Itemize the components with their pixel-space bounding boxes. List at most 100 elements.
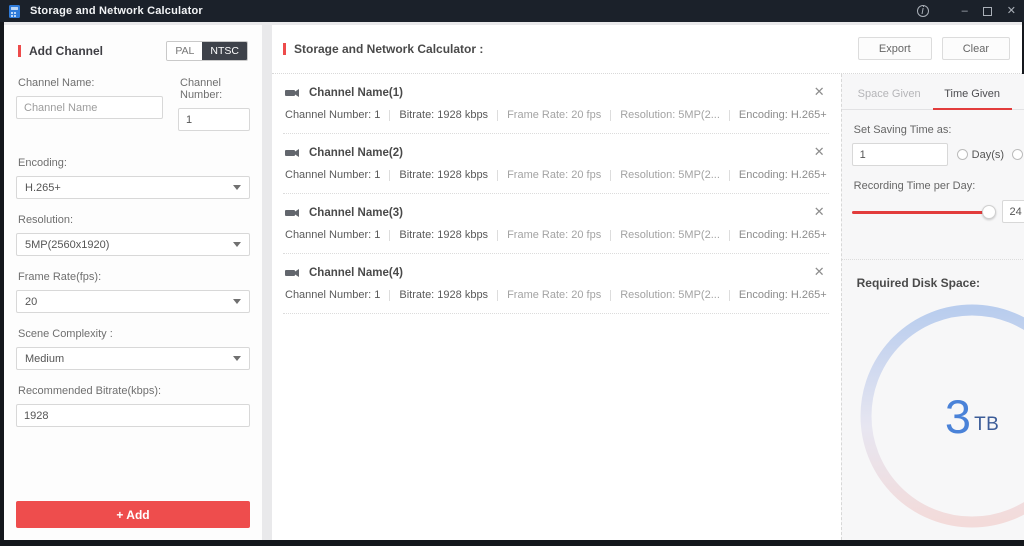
saving-time-input[interactable] [851,143,948,166]
tab-time-given[interactable]: Time Given [931,88,1014,110]
divider [610,109,612,121]
remove-channel-icon[interactable]: ✕ [814,84,825,100]
divider [389,229,391,241]
frame-rate-value: 20 [25,295,38,308]
scene-complexity-label: Scene Complexity : [18,328,113,340]
chevron-down-icon [233,356,241,361]
ntsc-option[interactable]: NTSC [202,42,247,60]
add-channel-title: Add Channel [29,44,103,58]
clear-button[interactable]: Clear [941,37,1010,60]
red-accent-bar [18,45,21,57]
frame-rate-text: Frame Rate: 20 fps [507,169,602,182]
scene-complexity-value: Medium [25,352,65,365]
channel-number-text: Channel Number: 1 [285,169,381,182]
camera-icon [285,148,300,158]
bitrate-text: Bitrate: 1928 kbps [399,229,489,242]
encoding-text: Encoding: H.265+ [738,109,827,122]
channel-name-input[interactable] [16,96,163,119]
radio-days[interactable]: Day(s) [956,149,1004,161]
remove-channel-icon[interactable]: ✕ [814,204,825,220]
divider [389,109,391,121]
channel-row: Channel Name(2) ✕ Channel Number: 1 Bitra… [283,134,829,195]
resolution-value: 5MP(2560x1920) [25,238,110,251]
maximize-button[interactable] [982,6,992,16]
divider [728,109,730,121]
channel-number-text: Channel Number: 1 [285,289,381,302]
divider [389,169,391,181]
recording-hours-input[interactable] [1001,200,1024,223]
calculator-title: Storage and Network Calculator : [294,41,484,56]
camera-icon [285,208,300,218]
resolution-text: Resolution: 5MP(2... [620,169,720,182]
resolution-text: Resolution: 5MP(2... [620,229,720,242]
slider-handle[interactable] [981,204,996,219]
pal-option[interactable]: PAL [167,42,203,60]
encoding-value: H.265+ [25,181,61,194]
encoding-text: Encoding: H.265+ [738,289,827,302]
close-button[interactable]: ✕ [1007,5,1016,17]
calculator-panel: Storage and Network Calculator : Export … [272,25,1024,540]
divider [497,289,499,301]
active-tab-underline [932,108,1012,110]
bitrate-label: Recommended Bitrate(kbps): [18,385,162,397]
info-icon[interactable]: i [916,5,929,17]
slider-fill [851,210,989,214]
disk-space-unit: TB [974,414,1000,435]
divider [728,169,730,181]
bitrate-input[interactable] [16,404,250,427]
resolution-text: Resolution: 5MP(2... [620,109,720,122]
remove-channel-icon[interactable]: ✕ [814,144,825,160]
recording-time-slider[interactable] [851,204,996,219]
scene-complexity-select[interactable]: Medium [16,347,250,370]
add-channel-panel: Add Channel PAL NTSC Channel Name: Chann… [4,25,262,540]
recording-time-label: Recording Time per Day: [853,180,976,192]
minimize-button[interactable]: – [962,5,968,17]
window-title: Storage and Network Calculator [30,5,203,17]
frame-rate-text: Frame Rate: 20 fps [507,289,602,302]
frame-rate-text: Frame Rate: 20 fps [507,109,602,122]
calculator-header: Storage and Network Calculator : Export … [272,25,1022,74]
period-radio-group: Day(s) Week(s) Month(s) [956,149,1024,161]
channel-number-input[interactable] [178,108,250,131]
channel-number-text: Channel Number: 1 [285,229,381,242]
chevron-down-icon [233,299,241,304]
titlebar: Storage and Network Calculator i – ✕ [0,0,1024,22]
resolution-select[interactable]: 5MP(2560x1920) [16,233,250,256]
divider [728,229,730,241]
disk-space-value: 3 [944,389,972,443]
bitrate-text: Bitrate: 1928 kbps [399,289,489,302]
channel-number-label: Channel Number: [180,77,223,101]
export-button[interactable]: Export [857,37,932,60]
divider [389,289,391,301]
resolution-text: Resolution: 5MP(2... [620,289,720,302]
add-channel-button[interactable]: + Add [16,501,250,528]
radio-icon [1012,149,1024,160]
radio-weeks[interactable]: Week(s) [1012,149,1024,161]
required-disk-space-label: Required Disk Space: [856,276,981,290]
channel-details: Channel Number: 1 Bitrate: 1928 kbps Frame… [285,109,827,121]
saving-time-label: Set Saving Time as: [853,124,952,136]
video-standard-toggle: PAL NTSC [166,41,248,61]
encoding-text: Encoding: H.265+ [738,169,827,182]
content-area: Add Channel PAL NTSC Channel Name: Chann… [4,22,1024,540]
channel-details: Channel Number: 1 Bitrate: 1928 kbps Frame… [285,169,827,181]
channel-list: Channel Name(1) ✕ Channel Number: 1 Bitra… [272,74,841,540]
red-accent-bar [283,42,286,55]
resolution-label: Resolution: [18,214,74,226]
camera-icon [285,88,300,98]
divider [497,229,499,241]
channel-number-text: Channel Number: 1 [285,109,381,122]
channel-details: Channel Number: 1 Bitrate: 1928 kbps Frame… [285,289,827,301]
tab-bandwidth[interactable]: Bandwidth [1014,88,1024,109]
channel-name: Channel Name(4) [309,267,403,280]
divider [610,289,612,301]
remove-channel-icon[interactable]: ✕ [814,264,825,280]
encoding-text: Encoding: H.265+ [738,229,827,242]
tab-space-given[interactable]: Space Given [848,88,931,109]
gauge-value-group: 3 TB [856,300,1024,532]
results-tabs: Space Given Time Given Bandwidth [841,74,1024,110]
frame-rate-select[interactable]: 20 [16,290,250,313]
camera-icon [285,268,300,278]
encoding-select[interactable]: H.265+ [16,176,250,199]
channel-row: Channel Name(3) ✕ Channel Number: 1 Bitra… [283,194,829,255]
